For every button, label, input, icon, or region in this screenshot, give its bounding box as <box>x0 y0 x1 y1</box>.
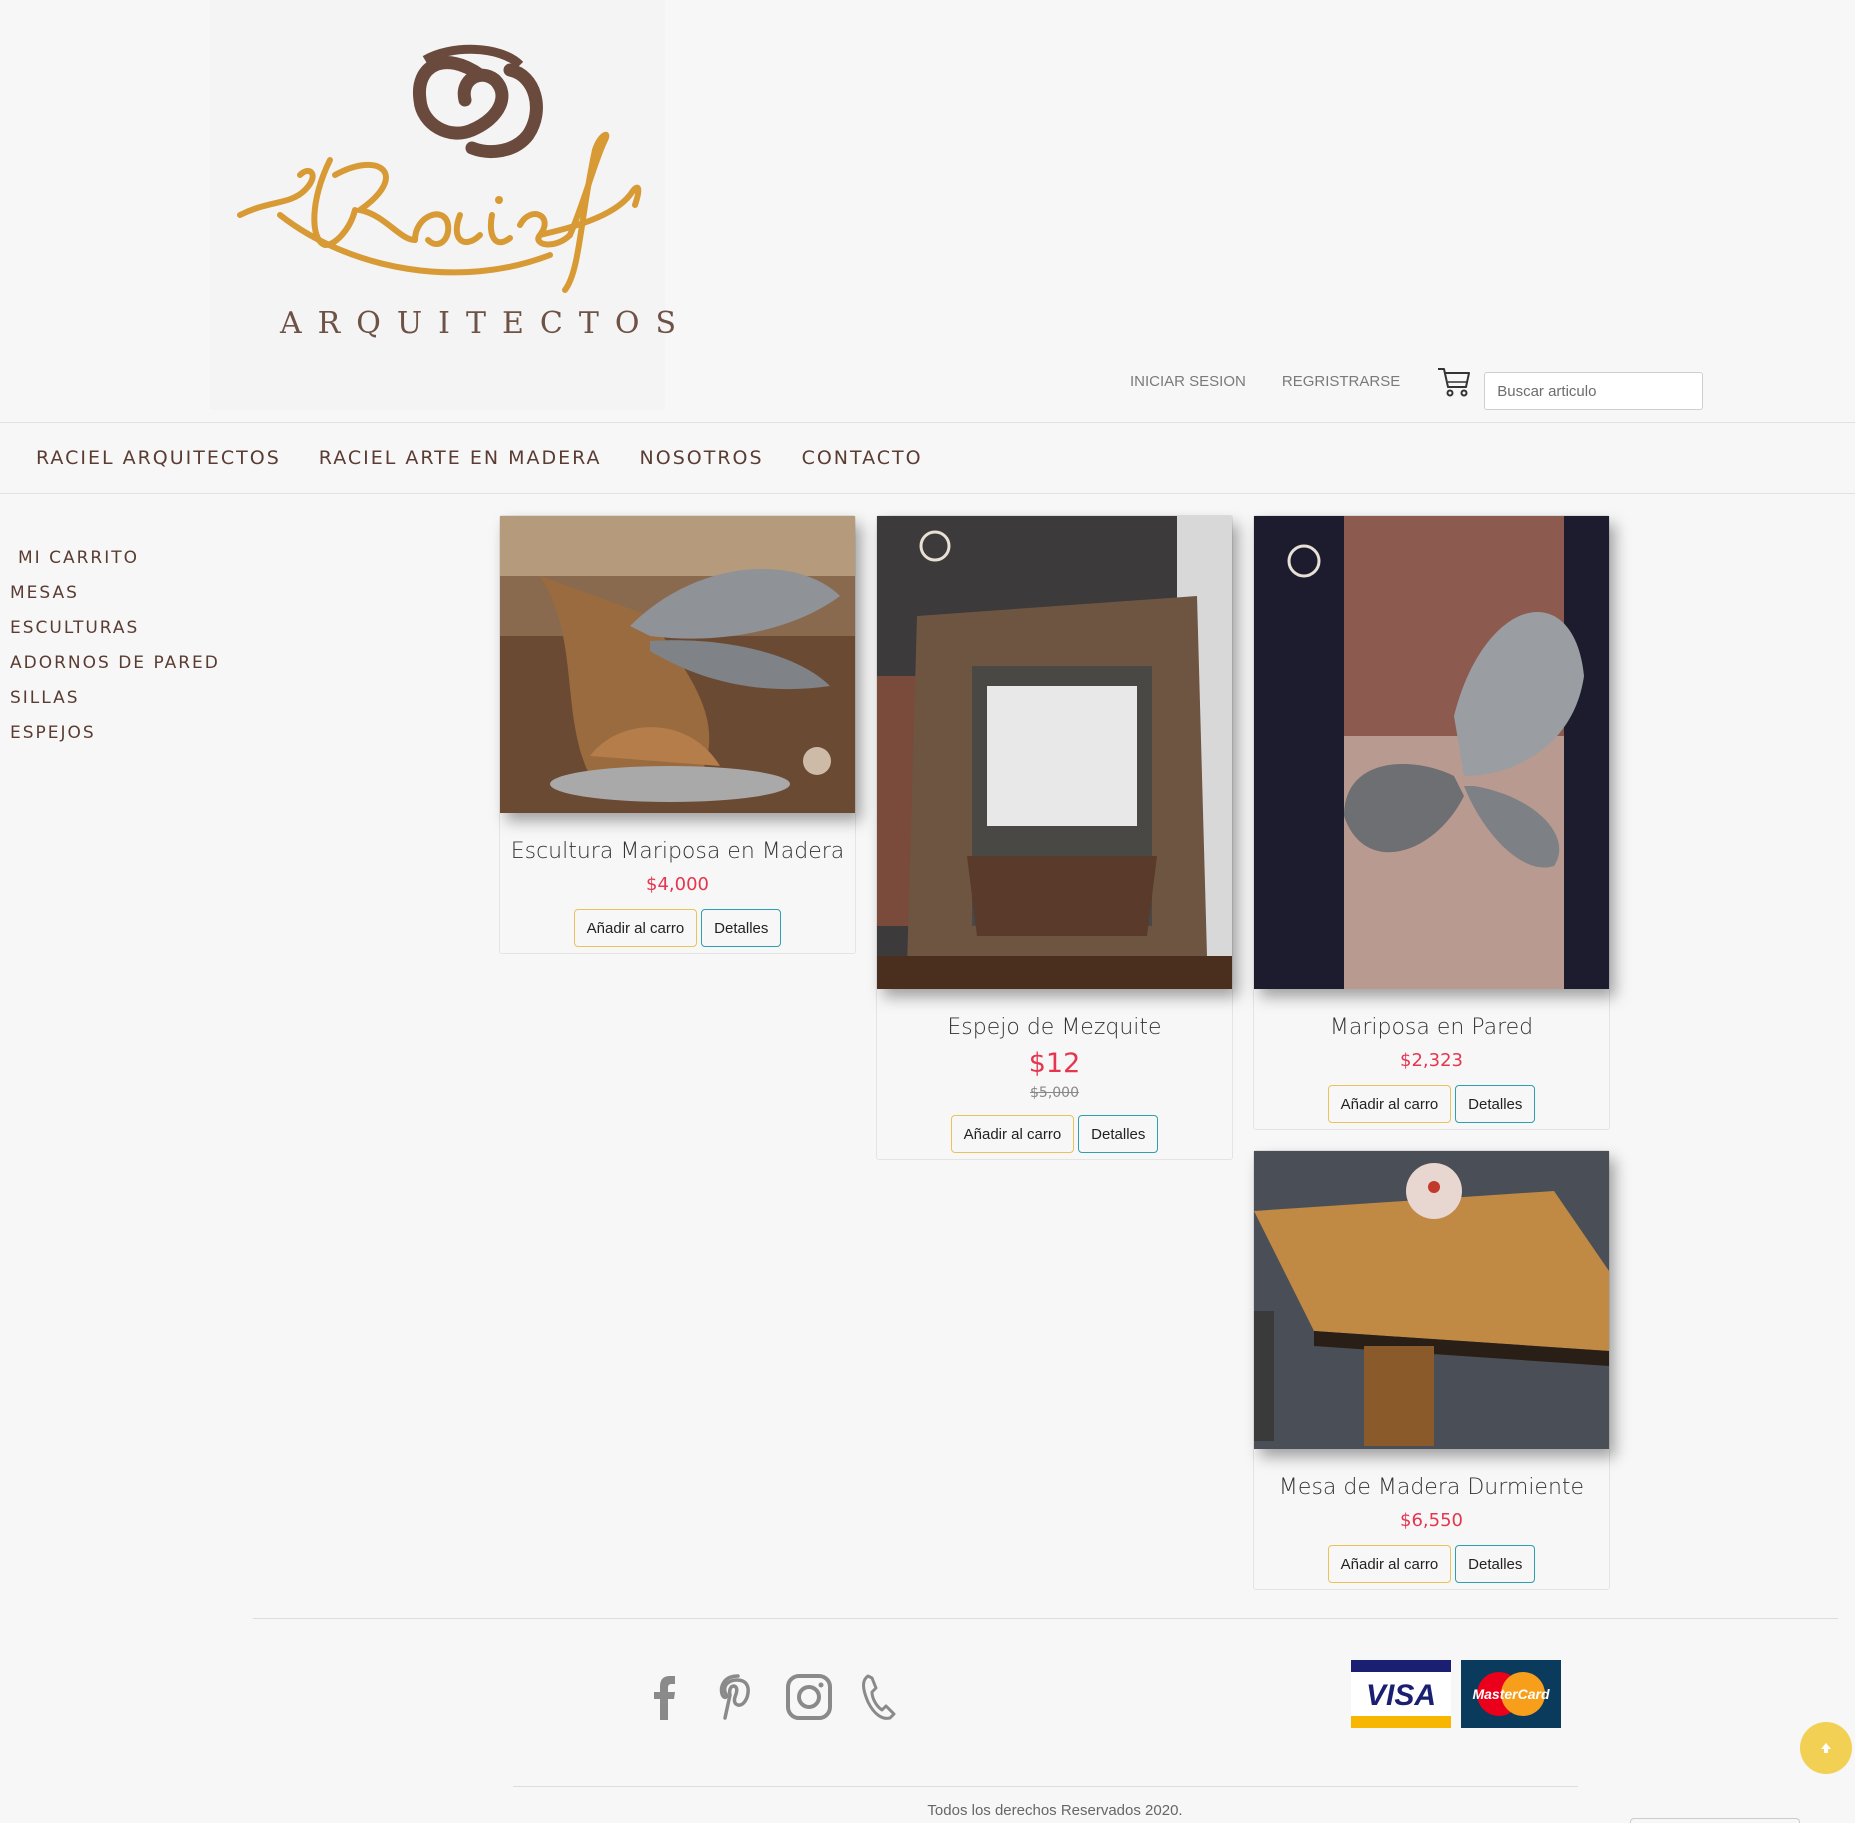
mastercard-icon: MasterCard <box>1461 1660 1561 1728</box>
nav-raciel-arquitectos[interactable]: RACIEL ARQUITECTOS <box>36 447 281 469</box>
product-title[interactable]: Mesa de Madera Durmiente <box>1254 1475 1609 1500</box>
product-card: Mesa de Madera Durmiente $6,550 Añadir a… <box>1253 1150 1610 1590</box>
product-image[interactable] <box>1254 516 1609 989</box>
register-link[interactable]: REGRISTRARSE <box>1282 373 1400 390</box>
product-price: $6,550 <box>1400 1510 1463 1531</box>
add-to-cart-button[interactable]: Añadir al carro <box>1327 1085 1452 1123</box>
logo-wordmark: ARQUITECTOS <box>280 306 693 341</box>
social-links <box>640 1668 906 1724</box>
sidebar-item-mi-carrito[interactable]: MI CARRITO <box>10 548 220 583</box>
product-image[interactable] <box>877 516 1232 989</box>
nav-raciel-arte-en-madera[interactable]: RACIEL ARTE EN MADERA <box>319 447 602 469</box>
sidebar-item-adornos-de-pared[interactable]: ADORNOS DE PARED <box>10 653 220 688</box>
mastercard-label: MasterCard <box>1472 1686 1549 1702</box>
login-link[interactable]: INICIAR SESION <box>1130 373 1246 390</box>
product-price: $12 <box>1028 1048 1081 1079</box>
shopping-cart-icon[interactable] <box>1436 363 1472 399</box>
phone-icon[interactable] <box>856 1668 906 1724</box>
product-image[interactable] <box>500 516 855 813</box>
instagram-icon[interactable] <box>784 1668 834 1724</box>
logo[interactable]: ARQUITECTOS <box>210 0 676 410</box>
nav-contacto[interactable]: CONTACTO <box>802 447 923 469</box>
main-nav: RACIEL ARQUITECTOS RACIEL ARTE EN MADERA… <box>0 422 1855 494</box>
add-to-cart-button[interactable]: Añadir al carro <box>950 1115 1075 1153</box>
product-title[interactable]: Escultura Mariposa en Madera <box>500 839 855 864</box>
chat-widget-tab[interactable] <box>1630 1818 1800 1823</box>
details-button[interactable]: Detalles <box>1455 1545 1536 1583</box>
visa-label: VISA <box>1366 1679 1436 1712</box>
sidebar-item-sillas[interactable]: SILLAS <box>10 688 220 723</box>
footer-divider <box>253 1618 1838 1619</box>
sidebar-item-esculturas[interactable]: ESCULTURAS <box>10 618 220 653</box>
add-to-cart-button[interactable]: Añadir al carro <box>1327 1545 1452 1583</box>
raciel-logo-mark <box>237 44 642 293</box>
product-title[interactable]: Espejo de Mezquite <box>877 1015 1232 1040</box>
pinterest-icon[interactable] <box>712 1668 762 1724</box>
product-card: Mariposa en Pared $2,323 Añadir al carro… <box>1253 515 1610 1130</box>
product-card: Espejo de Mezquite $12 $5,000 Añadir al … <box>876 515 1233 1160</box>
visa-card-icon: VISA <box>1351 1660 1451 1728</box>
search-input[interactable] <box>1484 372 1704 410</box>
product-card: Escultura Mariposa en Madera $4,000 Añad… <box>499 515 856 954</box>
sidebar-item-mesas[interactable]: MESAS <box>10 583 220 618</box>
product-price: $2,323 <box>1400 1050 1463 1071</box>
arrow-up-icon <box>1821 1743 1831 1753</box>
category-sidebar: MI CARRITO MESAS ESCULTURAS ADORNOS DE P… <box>10 548 220 758</box>
details-button[interactable]: Detalles <box>701 909 782 947</box>
details-button[interactable]: Detalles <box>1078 1115 1159 1153</box>
copyright-text: Todos los derechos Reservados 2020. <box>927 1802 1183 1819</box>
payment-methods: VISA MasterCard <box>1351 1660 1561 1728</box>
product-price: $4,000 <box>646 874 709 895</box>
scroll-to-top-button[interactable] <box>1800 1722 1852 1774</box>
account-bar: INICIAR SESION REGRISTRARSE <box>1130 352 1704 410</box>
product-old-price: $5,000 <box>1030 1085 1079 1101</box>
nav-nosotros[interactable]: NOSOTROS <box>640 447 764 469</box>
details-button[interactable]: Detalles <box>1455 1085 1536 1123</box>
product-image[interactable] <box>1254 1151 1609 1449</box>
footer-divider-bottom <box>513 1786 1578 1787</box>
facebook-icon[interactable] <box>640 1668 690 1724</box>
sidebar-item-espejos[interactable]: ESPEJOS <box>10 723 220 758</box>
add-to-cart-button[interactable]: Añadir al carro <box>573 909 698 947</box>
product-title[interactable]: Mariposa en Pared <box>1254 1015 1609 1040</box>
